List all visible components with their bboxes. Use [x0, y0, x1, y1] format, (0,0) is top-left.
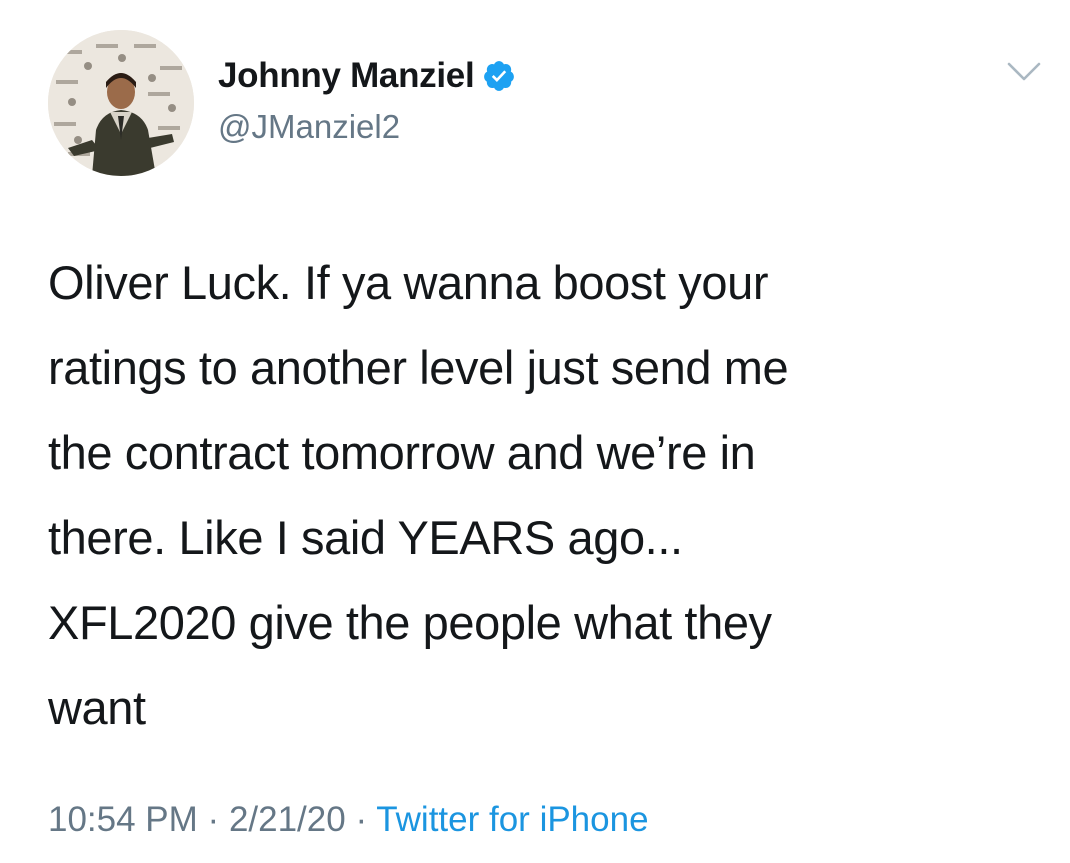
author-handle[interactable]: @JManziel2	[218, 108, 400, 146]
separator-dot: ·	[355, 800, 368, 839]
tweet-source-link[interactable]: Twitter for iPhone	[376, 800, 648, 839]
tweet-text-line: the contract tomorrow and we’re in	[48, 426, 756, 479]
tweet-text-line: there. Like I said YEARS ago...	[48, 511, 683, 564]
tweet-metadata: 10:54 PM · 2/21/20 · Twitter for iPhone	[48, 800, 649, 840]
tweet-date[interactable]: 2/21/20	[229, 800, 346, 839]
tweet-text-line: XFL2020 give the people what they	[48, 596, 772, 649]
separator-dot: ·	[207, 800, 220, 839]
tweet-time[interactable]: 10:54 PM	[48, 800, 198, 839]
author-display-name[interactable]: Johnny Manziel	[218, 56, 475, 96]
tweet-text-line: Oliver Luck. If ya wanna boost your	[48, 256, 769, 309]
chevron-down-icon[interactable]	[1006, 58, 1042, 86]
avatar-image	[48, 30, 194, 176]
tweet-text: Oliver Luck. If ya wanna boost your rati…	[48, 240, 1038, 750]
verified-badge-icon	[482, 59, 516, 93]
tweet-text-line: want	[48, 681, 146, 734]
avatar[interactable]	[48, 30, 194, 176]
author-name-row[interactable]: Johnny Manziel	[218, 56, 516, 96]
tweet-card: Johnny Manziel @JManziel2 Oliver Luck. I…	[0, 0, 1070, 863]
tweet-text-line: ratings to another level just send me	[48, 341, 789, 394]
